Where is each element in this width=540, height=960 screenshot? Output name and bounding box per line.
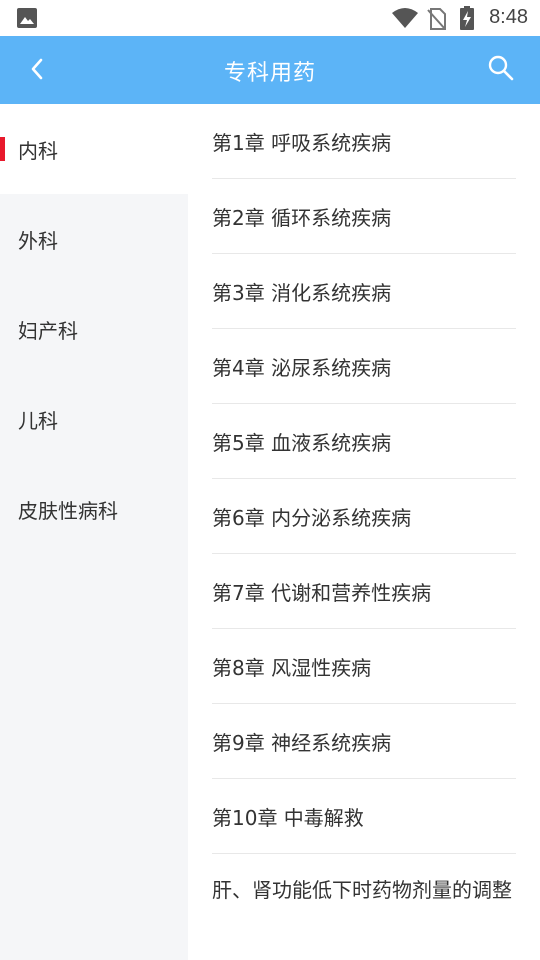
chapter-list: 第1章 呼吸系统疾病 第2章 循环系统疾病 第3章 消化系统疾病 第4章 泌尿系… bbox=[212, 104, 516, 908]
chapter-item[interactable]: 第5章 血液系统疾病 bbox=[212, 404, 516, 479]
status-bar: 8:48 bbox=[0, 0, 540, 36]
search-icon bbox=[487, 54, 515, 86]
sidebar-item-label: 外科 bbox=[18, 228, 58, 253]
department-sidebar: 内科 外科 妇产科 儿科 皮肤性病科 bbox=[0, 104, 188, 960]
chapter-item[interactable]: 第3章 消化系统疾病 bbox=[212, 254, 516, 329]
sidebar-item-internal-medicine[interactable]: 内科 bbox=[0, 104, 188, 194]
search-button[interactable] bbox=[484, 53, 518, 87]
chapter-item[interactable]: 第10章 中毒解救 bbox=[212, 779, 516, 854]
battery-charging-icon bbox=[460, 6, 474, 34]
sidebar-item-label: 皮肤性病科 bbox=[18, 498, 118, 523]
chapter-item[interactable]: 第8章 风湿性疾病 bbox=[212, 629, 516, 704]
page-title: 专科用药 bbox=[223, 61, 316, 86]
chapter-item[interactable]: 第9章 神经系统疾病 bbox=[212, 704, 516, 779]
sidebar-item-obstetrics-gynecology[interactable]: 妇产科 bbox=[0, 284, 188, 374]
sidebar-item-label: 内科 bbox=[18, 138, 58, 163]
sidebar-item-label: 妇产科 bbox=[18, 318, 78, 343]
status-time: 8:48 bbox=[489, 6, 528, 28]
sidebar-item-pediatrics[interactable]: 儿科 bbox=[0, 374, 188, 464]
chapter-item[interactable]: 肝、肾功能低下时药物剂量的调整 bbox=[212, 854, 516, 908]
chapter-item[interactable]: 第6章 内分泌系统疾病 bbox=[212, 479, 516, 554]
wifi-icon bbox=[392, 8, 418, 32]
sidebar-item-label: 儿科 bbox=[18, 408, 58, 433]
gallery-icon bbox=[17, 8, 37, 32]
chapter-item[interactable]: 第7章 代谢和营养性疾病 bbox=[212, 554, 516, 629]
sidebar-item-surgery[interactable]: 外科 bbox=[0, 194, 188, 284]
chapter-item[interactable]: 第2章 循环系统疾病 bbox=[212, 179, 516, 254]
sidebar-item-dermatology[interactable]: 皮肤性病科 bbox=[0, 464, 188, 554]
chapter-item[interactable]: 第4章 泌尿系统疾病 bbox=[212, 329, 516, 404]
no-sim-icon bbox=[426, 8, 446, 34]
chapter-item[interactable]: 第1章 呼吸系统疾病 bbox=[212, 104, 516, 179]
active-indicator bbox=[0, 137, 5, 161]
header-bar: 专科用药 bbox=[0, 36, 540, 104]
